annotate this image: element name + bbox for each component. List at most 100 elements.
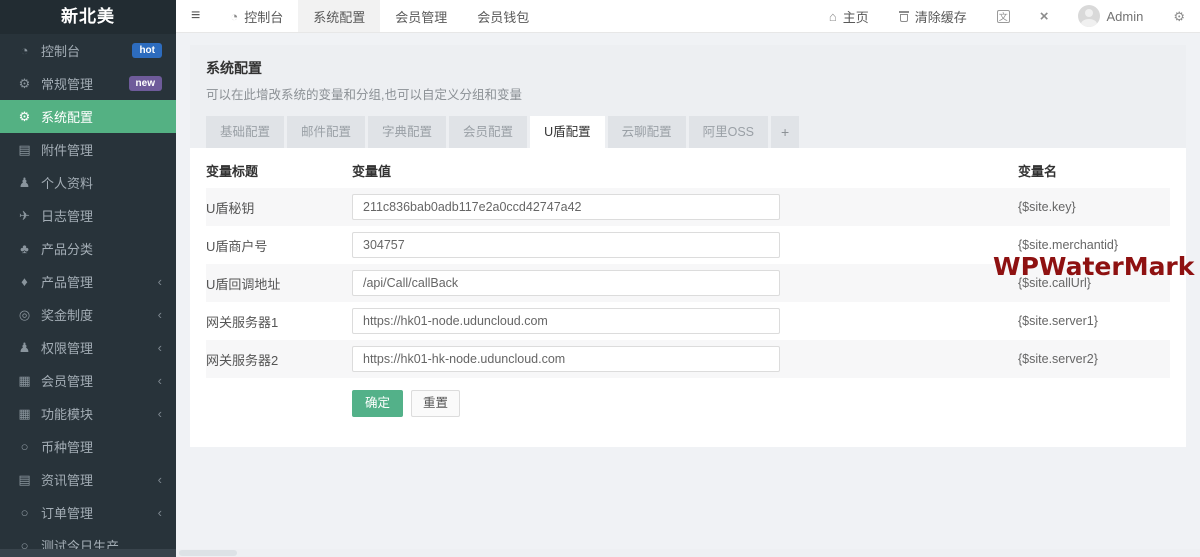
leaf-icon: ♣ (17, 241, 32, 256)
tab-ushield-config[interactable]: U盾配置 (530, 116, 605, 148)
sidebar-item-product-category[interactable]: ♣ 产品分类 (0, 232, 176, 265)
clear-cache-button[interactable]: 清除缓存 (884, 0, 982, 32)
sidebar-item-currency[interactable]: ○ 币种管理 (0, 430, 176, 463)
sidebar-item-profile[interactable]: ♟ 个人资料 (0, 166, 176, 199)
sidebar-item-permissions[interactable]: ♟ 权限管理 ‹ (0, 331, 176, 364)
sidebar-item-logs[interactable]: ✈ 日志管理 (0, 199, 176, 232)
nav-tab-label: 会员管理 (395, 7, 447, 26)
sidebar-item-bonus[interactable]: ◎ 奖金制度 ‹ (0, 298, 176, 331)
sidebar-item-modules[interactable]: ▦ 功能模块 ‹ (0, 397, 176, 430)
sidebar-item-system-config[interactable]: ⚙ 系统配置 (0, 100, 176, 133)
dashboard-icon: ◔ (230, 10, 238, 23)
gateway-server1-input[interactable] (352, 308, 780, 334)
horizontal-scrollbar[interactable] (0, 549, 1200, 557)
main-content: 系统配置 可以在此增改系统的变量和分组,也可以自定义分组和变量 基础配置 邮件配… (176, 33, 1200, 557)
circle-icon: ○ (17, 439, 32, 454)
sidebar-item-label: 控制台 (41, 41, 80, 60)
username-label: Admin (1106, 9, 1143, 24)
sidebar-item-label: 个人资料 (41, 173, 93, 192)
ushield-key-input[interactable] (352, 194, 780, 220)
chevron-left-icon: ‹ (158, 473, 162, 486)
tab-member-config[interactable]: 会员配置 (449, 116, 527, 148)
sidebar-item-product-admin[interactable]: ♦ 产品管理 ‹ (0, 265, 176, 298)
col-header-var-name: 变量名 (1018, 161, 1170, 180)
nav-tab-wallet[interactable]: 会员钱包 (462, 0, 544, 32)
nav-tab-system-config[interactable]: 系统配置 (298, 0, 380, 32)
file-icon: ▤ (17, 142, 32, 158)
var-name: {$site.merchantid} (1018, 238, 1170, 252)
hot-badge: hot (132, 43, 162, 58)
sidebar-item-label: 会员管理 (41, 371, 93, 390)
settings-button[interactable]: ⚙ (1158, 0, 1200, 32)
cogs-icon: ⚙ (17, 76, 32, 92)
table-row: 网关服务器2 {$site.server2} (206, 340, 1170, 378)
page-title: 系统配置 (206, 58, 1170, 78)
table-header-row: 变量标题 变量值 变量名 (206, 152, 1170, 188)
scrollbar-track (176, 549, 1200, 557)
sidebar-toggle-button[interactable]: ≡ (176, 0, 215, 32)
clear-cache-label: 清除缓存 (915, 7, 967, 26)
gateway-server2-input[interactable] (352, 346, 780, 372)
sidebar-item-label: 产品分类 (41, 239, 93, 258)
ushield-merchant-input[interactable] (352, 232, 780, 258)
sidebar-item-label: 日志管理 (41, 206, 93, 225)
sidebar-item-label: 附件管理 (41, 140, 93, 159)
var-name: {$site.server1} (1018, 314, 1170, 328)
ushield-callback-input[interactable] (352, 270, 780, 296)
sidebar-item-label: 系统配置 (41, 107, 93, 126)
navbar-left: ≡ ◔ 控制台 系统配置 会员管理 会员钱包 (176, 0, 544, 32)
add-tab-button[interactable]: + (771, 116, 799, 148)
tab-dict-config[interactable]: 字典配置 (368, 116, 446, 148)
navbar-right: ⌂ 主页 清除缓存 文 × Admin ⚙ (814, 0, 1200, 32)
chevron-left-icon: ‹ (158, 275, 162, 288)
user-menu[interactable]: Admin (1063, 0, 1158, 32)
home-link[interactable]: ⌂ 主页 (814, 0, 884, 32)
tab-ali-oss[interactable]: 阿里OSS (689, 116, 768, 148)
field-label: 网关服务器1 (206, 312, 352, 331)
home-icon: ⌂ (829, 10, 837, 23)
nav-tab-members[interactable]: 会员管理 (380, 0, 462, 32)
gem-icon: ♦ (17, 274, 32, 289)
nav-tab-dashboard[interactable]: ◔ 控制台 (215, 0, 298, 32)
config-tabs: 基础配置 邮件配置 字典配置 会员配置 U盾配置 云聊配置 阿里OSS + (206, 116, 1170, 148)
sidebar-item-general-admin[interactable]: ⚙ 常规管理 new (0, 67, 176, 100)
scrollbar-thumb[interactable] (179, 550, 237, 556)
card-body: 变量标题 变量值 变量名 U盾秘钥 {$site.key} U盾商户号 {$si… (190, 148, 1186, 447)
sidebar-item-label: 资讯管理 (41, 470, 93, 489)
reset-button[interactable]: 重置 (411, 390, 460, 417)
var-name: {$site.callUrl} (1018, 276, 1170, 290)
chevron-left-icon: ‹ (158, 308, 162, 321)
sidebar-item-news[interactable]: ▤ 资讯管理 ‹ (0, 463, 176, 496)
table-row: 网关服务器1 {$site.server1} (206, 302, 1170, 340)
circle-icon: ○ (17, 505, 32, 520)
table-icon: ▦ (17, 406, 32, 422)
dashboard-icon: ◔ (17, 43, 32, 58)
gear-icon: ⚙ (17, 109, 32, 125)
nav-tab-label: 会员钱包 (477, 7, 529, 26)
fullscreen-button[interactable]: × (1025, 0, 1064, 32)
scrollbar-track-dark (0, 549, 176, 557)
tab-mail-config[interactable]: 邮件配置 (287, 116, 365, 148)
users-icon: ♟ (17, 340, 32, 356)
sidebar-item-label: 订单管理 (41, 503, 93, 522)
sidebar-item-label: 币种管理 (41, 437, 93, 456)
table-row: U盾秘钥 {$site.key} (206, 188, 1170, 226)
hamburger-icon: ≡ (191, 7, 200, 25)
sidebar-item-orders[interactable]: ○ 订单管理 ‹ (0, 496, 176, 529)
sidebar-item-attachments[interactable]: ▤ 附件管理 (0, 133, 176, 166)
chevron-left-icon: ‹ (158, 374, 162, 387)
tab-basic-config[interactable]: 基础配置 (206, 116, 284, 148)
card-header: 系统配置 可以在此增改系统的变量和分组,也可以自定义分组和变量 基础配置 邮件配… (190, 45, 1186, 148)
field-label: 网关服务器2 (206, 350, 352, 369)
sidebar-item-dashboard[interactable]: ◔ 控制台 hot (0, 34, 176, 67)
sidebar-item-members[interactable]: ▦ 会员管理 ‹ (0, 364, 176, 397)
language-icon: 文 (997, 10, 1010, 23)
col-header-var-value: 变量值 (352, 161, 1018, 180)
avatar (1078, 5, 1100, 27)
language-button[interactable]: 文 (982, 0, 1025, 32)
new-badge: new (129, 76, 162, 91)
col-header-var-title: 变量标题 (206, 161, 352, 180)
tab-cloudchat-config[interactable]: 云聊配置 (608, 116, 686, 148)
confirm-button[interactable]: 确定 (352, 390, 403, 417)
home-label: 主页 (843, 7, 869, 26)
